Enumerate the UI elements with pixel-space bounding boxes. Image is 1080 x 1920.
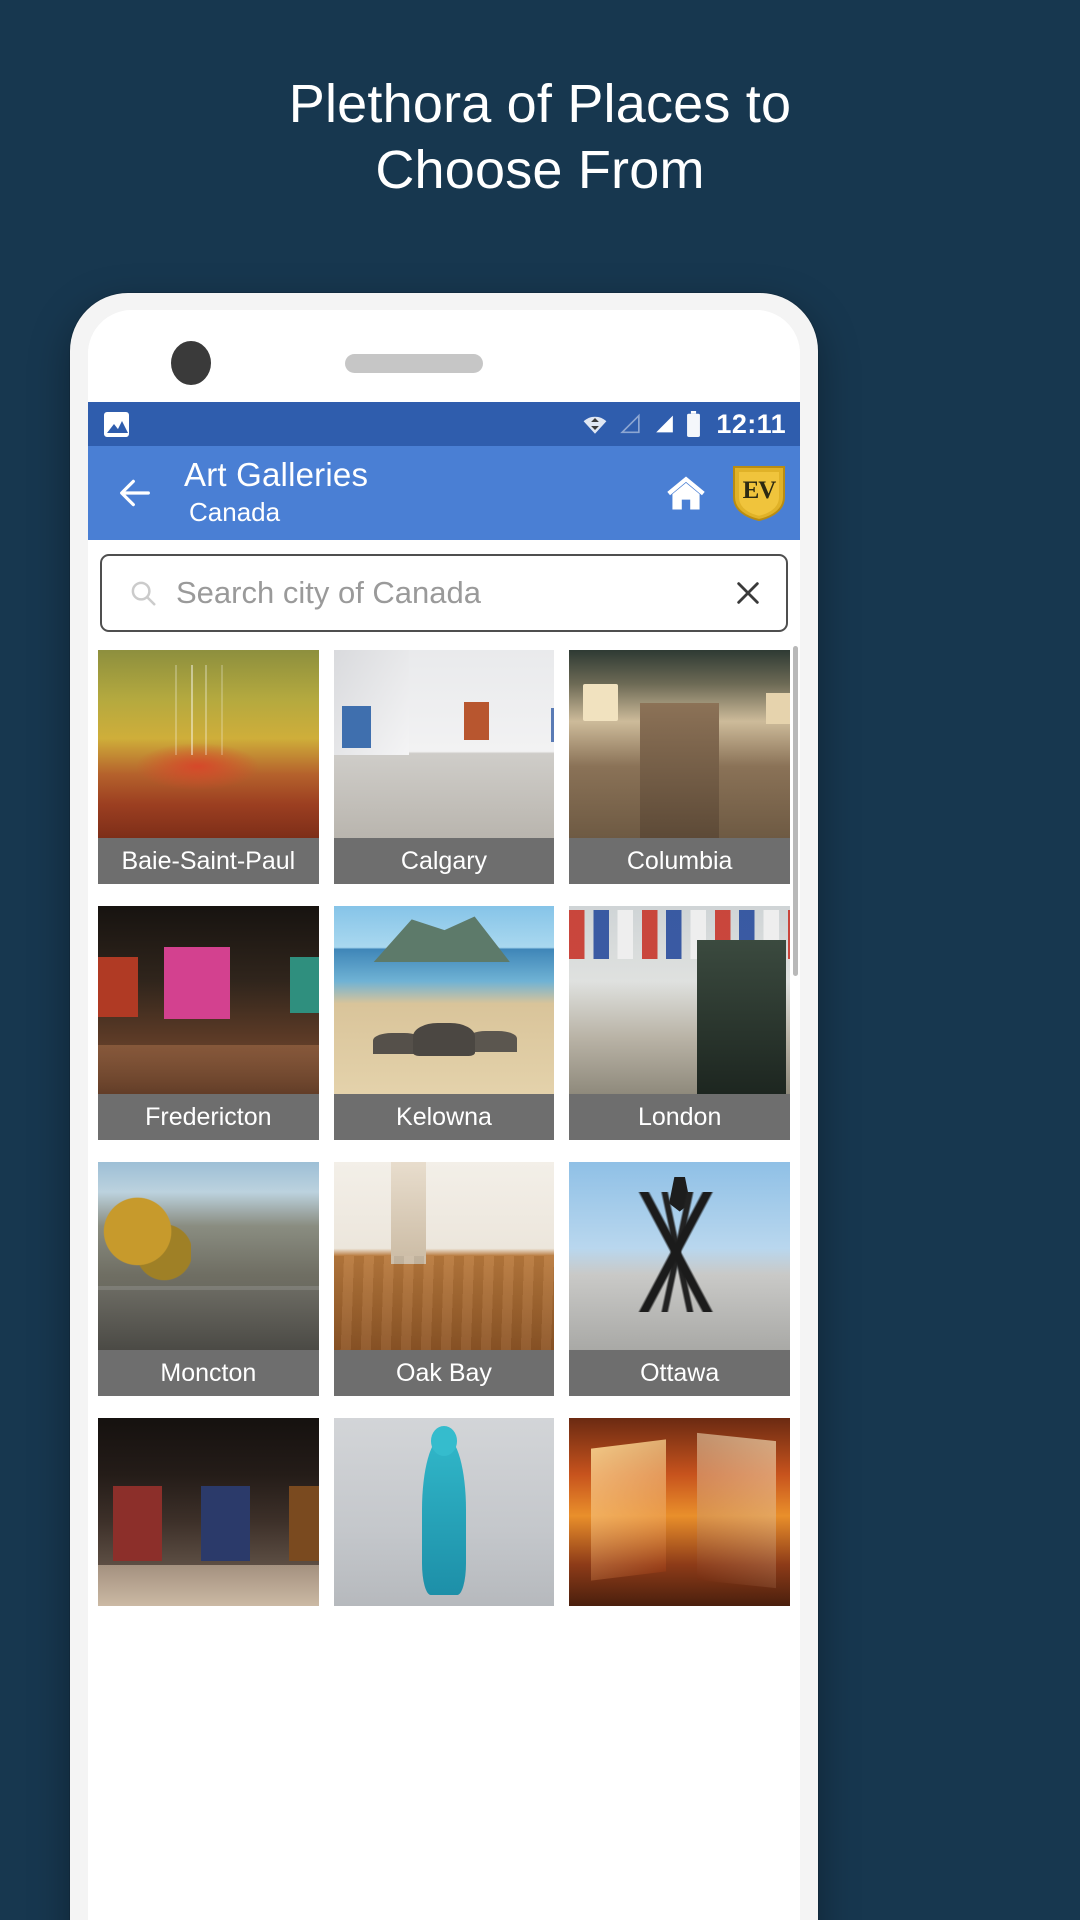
city-card[interactable]: Oak Bay [333,1162,555,1396]
city-thumbnail [98,1418,319,1606]
city-thumbnail-art [333,650,555,838]
city-card[interactable]: Ottawa [569,1162,790,1396]
promo-headline: Plethora of Places to Choose From [288,74,792,200]
city-thumbnail [333,906,555,1094]
city-thumbnail [333,1418,555,1606]
front-camera-icon [171,341,211,385]
city-thumbnail [569,1418,790,1606]
photo-icon [104,411,129,437]
city-thumbnail [333,650,555,838]
back-button[interactable] [106,464,164,522]
city-thumbnail-art [333,1162,555,1350]
city-thumbnail [569,650,790,838]
status-bar: 12:11 [88,402,800,446]
city-thumbnail-art [333,906,555,1094]
city-thumbnail [98,1162,319,1350]
city-thumbnail-art [98,1162,319,1350]
phone-screen: 12:11 Art Galleries Canada EV Search cit… [88,310,800,1920]
home-button[interactable] [660,468,712,518]
status-bar-clock: 12:11 [716,408,786,439]
city-thumbnail-art [98,906,319,1094]
back-arrow-icon [120,479,150,507]
city-card[interactable]: London [569,906,790,1140]
signal-bars-icon [656,415,674,433]
page-title: Art Galleries [184,456,369,494]
city-thumbnail [98,650,319,838]
city-thumbnail-art [333,1418,555,1606]
scrollbar-thumb[interactable] [793,646,798,976]
city-card[interactable] [569,1418,790,1606]
search-box[interactable] [100,554,788,632]
city-thumbnail-art [569,1418,790,1606]
city-card-label: Moncton [98,1350,319,1396]
status-bar-left [104,411,129,437]
city-thumbnail-art [569,650,790,838]
city-card[interactable] [98,1418,319,1606]
city-card-label: Fredericton [98,1094,319,1140]
city-card[interactable]: Fredericton [98,906,319,1140]
city-card-label: Baie-Saint-Paul [98,838,319,884]
city-thumbnail-art [98,1418,319,1606]
city-thumbnail [569,906,790,1094]
city-card-label: Oak Bay [333,1350,555,1396]
city-grid-scroll[interactable]: Baie-Saint-Paul Calgary Columbia Fredericto… [88,644,800,1920]
app-bar-actions: EV [660,464,786,522]
search-section [88,540,800,644]
app-bar: Art Galleries Canada EV [88,446,800,540]
city-thumbnail-art [98,650,319,838]
phone-mockup: 12:11 Art Galleries Canada EV Search cit… [70,293,818,1920]
city-card-label: Columbia [569,838,790,884]
page-subtitle: Canada [189,497,281,528]
city-card[interactable]: Calgary [333,650,555,884]
city-card-label: Ottawa [569,1350,790,1396]
signal-triangle-icon [620,413,641,434]
city-card[interactable]: Columbia [569,650,790,884]
wifi-icon [584,416,607,434]
phone-top-bezel [88,310,800,402]
search-icon [131,581,156,606]
ev-badge-label: EV [742,477,777,504]
city-card[interactable]: Baie-Saint-Paul [98,650,319,884]
ev-logo-badge[interactable]: EV [732,464,786,522]
battery-icon [687,410,701,437]
app-bar-titles: Art Galleries Canada [178,456,660,528]
city-card-label: London [569,1094,790,1140]
home-icon [667,476,705,510]
city-thumbnail-art [569,1162,790,1350]
city-card[interactable]: Moncton [98,1162,319,1396]
close-icon[interactable] [732,577,764,609]
city-grid: Baie-Saint-Paul Calgary Columbia Fredericto… [98,650,790,1606]
earpiece-speaker [345,354,483,373]
status-bar-right: 12:11 [581,409,786,440]
city-card-label: Kelowna [333,1094,555,1140]
search-input[interactable] [176,575,732,611]
city-card-label: Calgary [333,838,555,884]
city-thumbnail [98,906,319,1094]
city-thumbnail-art [569,906,790,1094]
city-card[interactable] [333,1418,555,1606]
city-thumbnail [333,1162,555,1350]
city-thumbnail [569,1162,790,1350]
city-card[interactable]: Kelowna [333,906,555,1140]
